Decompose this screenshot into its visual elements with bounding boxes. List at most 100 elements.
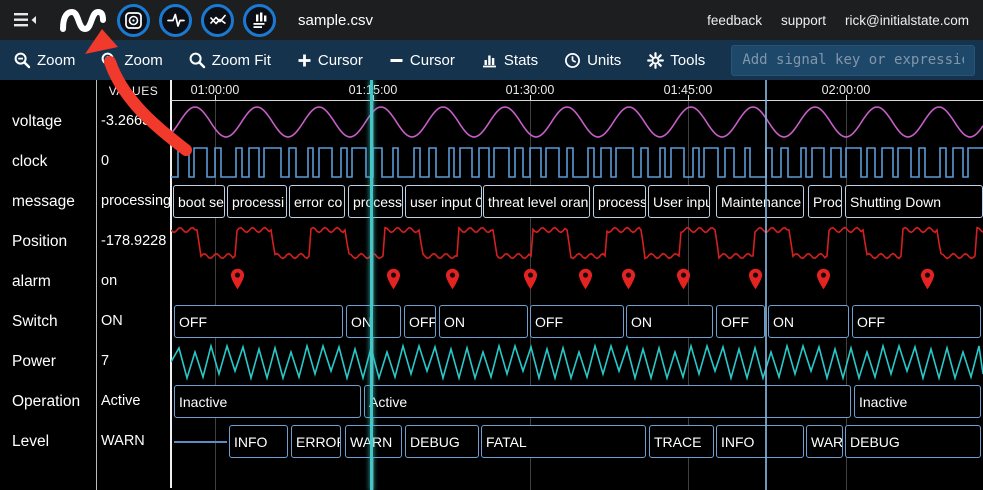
signal-row-message[interactable]: boot seprocessierror coprocessiuser inpu… [171,182,983,222]
signal-name-operation[interactable]: Operation [12,393,80,411]
signal-name-level[interactable]: Level [12,433,49,451]
initialstate-logo[interactable] [58,6,108,34]
state-box[interactable]: OFF [174,305,343,338]
map-pin-icon [445,267,460,291]
zoom-in-button[interactable]: Zoom [101,52,162,69]
state-box[interactable]: user input 0 [405,185,482,218]
signal-name-position[interactable]: Position [12,233,67,251]
map-pin-icon [621,267,636,291]
cursor-line-2[interactable] [765,80,767,490]
alarm-pin[interactable] [748,267,763,296]
map-pin-icon [676,267,691,291]
digital-waveform [171,142,983,182]
state-box[interactable]: processi [227,185,287,218]
camera-icon [124,11,143,30]
stats-button[interactable]: Stats [481,52,538,69]
search-input[interactable] [731,45,975,76]
alarm-pin[interactable] [676,267,691,296]
state-box[interactable]: ON [439,305,528,338]
map-pin-icon [578,267,593,291]
alarm-pin[interactable] [920,267,935,296]
alarm-pin[interactable] [230,267,245,296]
support-link[interactable]: support [781,13,826,28]
zoom-in-icon [101,52,118,69]
cursor-line-1[interactable] [370,80,373,490]
waveform-chart[interactable]: 01:00:0001:15:0001:30:0001:45:0002:00:00… [171,80,983,490]
zoom-out-button[interactable]: Zoom [14,52,75,69]
state-box[interactable]: OFF [530,305,624,338]
signal-name-alarm[interactable]: alarm [12,273,51,291]
snapshot-camera-button[interactable] [117,4,150,37]
state-box[interactable]: OFF [404,305,436,338]
tools-button[interactable]: Tools [647,52,705,69]
signal-value-level: WARN [101,433,145,449]
signal-row-position[interactable] [171,222,983,262]
alarm-pin[interactable] [578,267,593,296]
zoom-fit-button[interactable]: Zoom Fit [189,52,271,69]
plus-icon [297,53,312,68]
state-box[interactable]: WARN [345,425,402,458]
signal-row-switch[interactable]: OFFONOFFONOFFONOFFONOFF [171,302,983,342]
account-email[interactable]: rick@initialstate.com [845,13,969,28]
add-cursor-button[interactable]: Cursor [297,52,363,69]
signal-row-voltage[interactable] [171,102,983,142]
tiles-view-button[interactable] [243,4,276,37]
gear-icon [647,52,664,69]
lines-view-button[interactable] [201,4,234,37]
alarm-pin[interactable] [445,267,460,296]
state-box[interactable]: error co [289,185,345,218]
signal-name-message[interactable]: message [12,193,75,211]
state-box[interactable]: FATAL [481,425,646,458]
values-column-header: VALUES [96,84,171,98]
app-window: sample.csv feedback support rick@initial… [0,0,983,490]
signal-name-power[interactable]: Power [12,353,56,371]
state-box[interactable]: Proc [808,185,842,218]
state-box[interactable]: process [593,185,646,218]
menu-button[interactable] [14,11,38,29]
state-box[interactable]: TRACE [649,425,714,458]
signal-name-clock[interactable]: clock [12,153,47,171]
signal-row-power[interactable] [171,342,983,382]
state-box[interactable]: boot se [173,185,225,218]
state-box[interactable]: Inactive [854,385,981,418]
feedback-link[interactable]: feedback [707,13,762,28]
file-name: sample.csv [298,12,373,29]
signal-value-power: 7 [101,353,109,369]
map-pin-icon [386,267,401,291]
state-box[interactable]: Maintenance [716,185,804,218]
state-box[interactable]: threat level oran [483,185,590,218]
alarm-pin[interactable] [621,267,636,296]
signal-row-alarm[interactable] [171,262,983,302]
state-box[interactable]: Inactive [174,385,361,418]
state-box[interactable]: User inpu [648,185,710,218]
state-box[interactable]: ERROR [291,425,341,458]
state-box[interactable]: ON [768,305,849,338]
state-box[interactable]: WAR [806,425,843,458]
signal-name-switch[interactable]: Switch [12,313,58,331]
state-box[interactable]: INFO [229,425,288,458]
alarm-pin[interactable] [523,267,538,296]
state-box[interactable]: INFO [716,425,804,458]
state-box[interactable]: Active [364,385,851,418]
remove-cursor-button[interactable]: Cursor [389,52,455,69]
state-box[interactable]: DEBUG [845,425,981,458]
sine-waveform [171,102,983,142]
state-box[interactable]: processi [348,185,403,218]
pulse-view-button[interactable] [159,4,192,37]
signal-name-voltage[interactable]: voltage [12,113,62,131]
state-box[interactable]: DEBUG [405,425,479,458]
signal-row-level[interactable]: INFOERRORWARNDEBUGFATALTRACEINFOWARDEBUG [171,422,983,462]
units-button[interactable]: Units [564,52,621,69]
minus-icon [389,53,404,68]
state-box[interactable]: Shutting Down [845,185,983,218]
state-box[interactable]: ON [346,305,401,338]
alarm-pin[interactable] [816,267,831,296]
state-box[interactable]: OFF [716,305,765,338]
stats-icon [481,52,498,69]
bar-tiles-icon [250,10,270,30]
signal-row-operation[interactable]: InactiveActiveInactive [171,382,983,422]
state-box[interactable]: ON [626,305,713,338]
state-box[interactable]: OFF [852,305,981,338]
alarm-pin[interactable] [386,267,401,296]
signal-row-clock[interactable] [171,142,983,182]
